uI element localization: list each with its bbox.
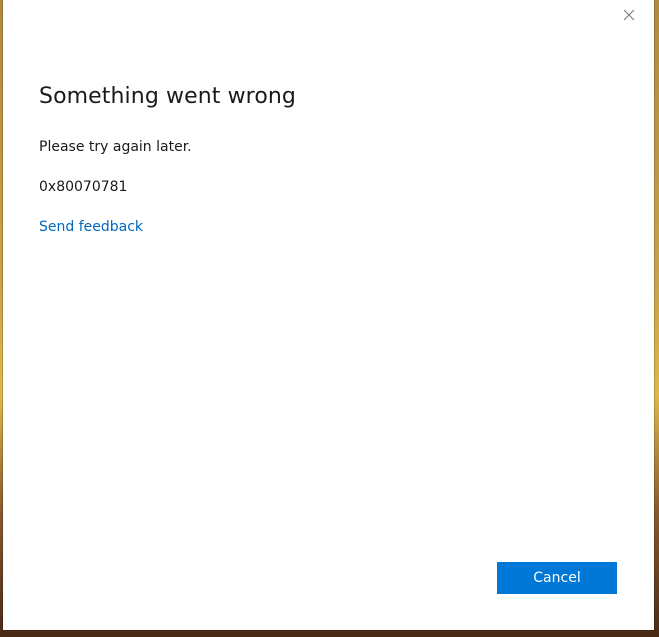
- error-message: Please try again later.: [39, 139, 192, 155]
- send-feedback-link[interactable]: Send feedback: [39, 219, 143, 235]
- close-icon: [623, 9, 635, 21]
- error-code: 0x80070781: [39, 179, 128, 195]
- error-dialog: Something went wrong Please try again la…: [3, 0, 654, 630]
- close-button[interactable]: [620, 6, 638, 24]
- cancel-button[interactable]: Cancel: [497, 562, 617, 594]
- dialog-title: Something went wrong: [39, 84, 296, 109]
